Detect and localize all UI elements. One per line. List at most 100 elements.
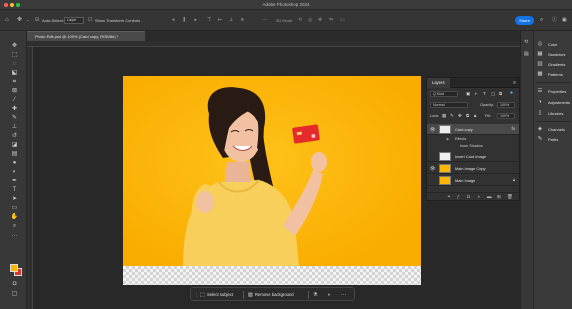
marquee-tool-icon[interactable]: ⬚ bbox=[10, 51, 19, 59]
comments-icon[interactable]: ▤ bbox=[524, 51, 529, 57]
rectangle-tool-icon[interactable]: ▭ bbox=[10, 204, 19, 212]
chevron-down-icon[interactable]: ⌄ bbox=[26, 17, 29, 23]
add-mask-icon[interactable]: ◘ bbox=[467, 194, 470, 199]
kind-filter-dropdown[interactable]: Q Kind bbox=[430, 91, 458, 97]
filter-adjustment-icon[interactable]: ◑ bbox=[474, 91, 477, 96]
layer-row[interactable]: 👁︎ Card copy fx bbox=[427, 124, 519, 135]
select-subject-button[interactable]: Select subject bbox=[207, 291, 233, 299]
move-tool-icon[interactable]: ✥ bbox=[17, 17, 22, 23]
screen-mode-icon[interactable]: ▢ bbox=[10, 290, 19, 298]
effects-eye-icon[interactable]: ◉ bbox=[446, 137, 449, 141]
help-icon[interactable]: ⓘ bbox=[552, 17, 557, 23]
share-button[interactable]: Share bbox=[515, 16, 534, 25]
type-tool-icon[interactable]: T bbox=[10, 186, 19, 194]
opacity-input[interactable]: 100% bbox=[497, 102, 515, 108]
history-brush-icon[interactable]: ↺ bbox=[10, 132, 19, 140]
delete-layer-icon[interactable]: 🗑︎ bbox=[507, 194, 513, 200]
move-tool-icon[interactable]: ✥ bbox=[10, 42, 19, 50]
align-middle-icon[interactable]: ⊢ bbox=[218, 17, 222, 23]
3d-rotate-icon[interactable]: ⟲ bbox=[298, 17, 302, 23]
lock-artboard-icon[interactable]: ⧉ bbox=[466, 113, 469, 118]
edit-toolbar-icon[interactable]: ··· bbox=[10, 232, 19, 240]
healing-brush-icon[interactable]: ✚ bbox=[10, 105, 19, 113]
visibility-eye-icon[interactable] bbox=[429, 178, 436, 183]
filter-shape-icon[interactable]: ▢ bbox=[491, 91, 495, 97]
layers-tab[interactable]: Layers bbox=[427, 78, 450, 88]
3d-roll-icon[interactable]: ◎ bbox=[308, 17, 312, 23]
document-tab[interactable]: Photo Edit.psd @ 100% (Card copy, RGB/8#… bbox=[27, 31, 145, 41]
align-bottom-icon[interactable]: ⊥ bbox=[229, 17, 233, 23]
fill-input[interactable]: 100% bbox=[497, 113, 515, 119]
distribute-icon[interactable]: ≡ bbox=[241, 17, 244, 23]
add-style-icon[interactable]: ƒ bbox=[457, 194, 460, 199]
lock-all-icon[interactable]: 🔒︎ bbox=[474, 113, 476, 118]
align-center-icon[interactable]: ⫼ bbox=[183, 17, 185, 23]
document-canvas[interactable] bbox=[123, 76, 421, 285]
checkbox-icon[interactable]: ☐ bbox=[88, 17, 92, 23]
home-icon[interactable]: ⌂ bbox=[5, 17, 9, 23]
object-selection-tool-icon[interactable]: ⬕ bbox=[10, 69, 19, 77]
auto-select-dropdown[interactable]: Layer bbox=[64, 17, 84, 24]
visibility-eye-icon[interactable]: 👁︎ bbox=[429, 127, 436, 132]
history-icon[interactable]: ⟲ bbox=[524, 39, 528, 45]
fx-badge[interactable]: fx bbox=[511, 126, 515, 131]
align-right-icon[interactable]: ⫸ bbox=[194, 17, 197, 23]
path-selection-icon[interactable]: ➤ bbox=[10, 195, 19, 203]
libraries-panel-button[interactable]: ▯ Libraries bbox=[537, 109, 572, 117]
color-panel-button[interactable]: ◎ Color bbox=[537, 40, 572, 48]
blur-tool-icon[interactable]: ● bbox=[10, 159, 19, 167]
clone-stamp-icon[interactable]: ⊥ bbox=[10, 123, 19, 131]
checkbox-icon[interactable]: ☑ bbox=[35, 17, 39, 23]
channels-panel-button[interactable]: ◈ Channels bbox=[537, 125, 572, 133]
search-icon[interactable]: ⌕ bbox=[540, 17, 543, 23]
filter-type-icon[interactable]: T bbox=[483, 91, 486, 96]
link-layers-icon[interactable]: ⚭ bbox=[447, 194, 451, 200]
new-adjustment-icon[interactable]: ◑ bbox=[477, 194, 480, 199]
swatches-panel-button[interactable]: ▦ Swatches bbox=[537, 50, 572, 58]
paths-panel-button[interactable]: ✎ Paths bbox=[537, 135, 572, 143]
workspace-icon[interactable]: ▣ bbox=[562, 17, 567, 23]
brush-tool-icon[interactable]: ✎ bbox=[10, 114, 19, 122]
lasso-tool-icon[interactable]: ◌ bbox=[10, 60, 19, 68]
align-top-icon[interactable]: ⊤ bbox=[207, 17, 211, 23]
foreground-color-swatch[interactable] bbox=[10, 264, 18, 272]
dodge-tool-icon[interactable]: ◐ bbox=[10, 168, 19, 176]
gradient-tool-icon[interactable]: ▤ bbox=[10, 150, 19, 158]
filter-pixel-icon[interactable]: ▣ bbox=[466, 91, 470, 97]
adjustments-panel-button[interactable]: ◑ Adjustments bbox=[537, 98, 572, 106]
new-group-icon[interactable]: ▬ bbox=[487, 194, 492, 199]
eraser-tool-icon[interactable]: ◪ bbox=[10, 141, 19, 149]
align-left-icon[interactable]: ⫷ bbox=[172, 17, 175, 23]
generative-fill-icon[interactable]: ⚗ bbox=[313, 291, 317, 299]
filter-smart-object-icon[interactable]: ⧉ bbox=[499, 91, 502, 96]
visibility-eye-icon[interactable] bbox=[429, 154, 436, 159]
3d-slide-icon[interactable]: ⇋ bbox=[329, 17, 333, 23]
crop-tool-icon[interactable]: ⌗ bbox=[10, 78, 19, 86]
blend-mode-dropdown[interactable]: Normal bbox=[430, 102, 468, 108]
layer-row[interactable]: 👁︎ Main Image Copy bbox=[427, 163, 519, 174]
lock-position-icon[interactable]: ✥ bbox=[458, 113, 462, 119]
panel-menu-icon[interactable]: ≡ bbox=[513, 80, 516, 86]
lock-transparency-icon[interactable]: ▦ bbox=[442, 113, 446, 119]
patterns-panel-button[interactable]: ▩ Patterns bbox=[537, 70, 572, 78]
3d-scale-icon[interactable]: ▭ bbox=[340, 17, 345, 23]
eyedropper-tool-icon[interactable]: ⁄ bbox=[10, 96, 19, 104]
pen-tool-icon[interactable]: ✒ bbox=[10, 177, 19, 185]
properties-panel-button[interactable]: ☰ Properties bbox=[537, 87, 572, 95]
filter-toggle-icon[interactable]: ● bbox=[510, 90, 513, 96]
quick-mask-icon[interactable]: ◘ bbox=[10, 280, 19, 288]
lock-pixels-icon[interactable]: ✎ bbox=[450, 113, 454, 119]
more-options-icon[interactable]: ··· bbox=[262, 17, 267, 23]
gradients-panel-button[interactable]: ▥ Gradients bbox=[537, 60, 572, 68]
more-button[interactable]: ··· bbox=[341, 291, 346, 299]
layer-row[interactable]: Insert Card Image bbox=[427, 151, 519, 162]
frame-tool-icon[interactable]: ⊠ bbox=[10, 87, 19, 95]
remove-background-button[interactable]: Remove background bbox=[255, 291, 294, 299]
visibility-eye-icon[interactable]: 👁︎ bbox=[429, 166, 436, 171]
adjustment-icon[interactable]: ◑ bbox=[327, 291, 330, 299]
drag-handle-icon[interactable]: ⋮ bbox=[194, 291, 199, 299]
hand-tool-icon[interactable]: ✋ bbox=[10, 213, 19, 221]
zoom-tool-icon[interactable]: ⌕ bbox=[10, 222, 19, 230]
3d-drag-icon[interactable]: ✥ bbox=[318, 17, 322, 23]
layer-row[interactable]: Main Image 🔒︎ bbox=[427, 175, 519, 186]
